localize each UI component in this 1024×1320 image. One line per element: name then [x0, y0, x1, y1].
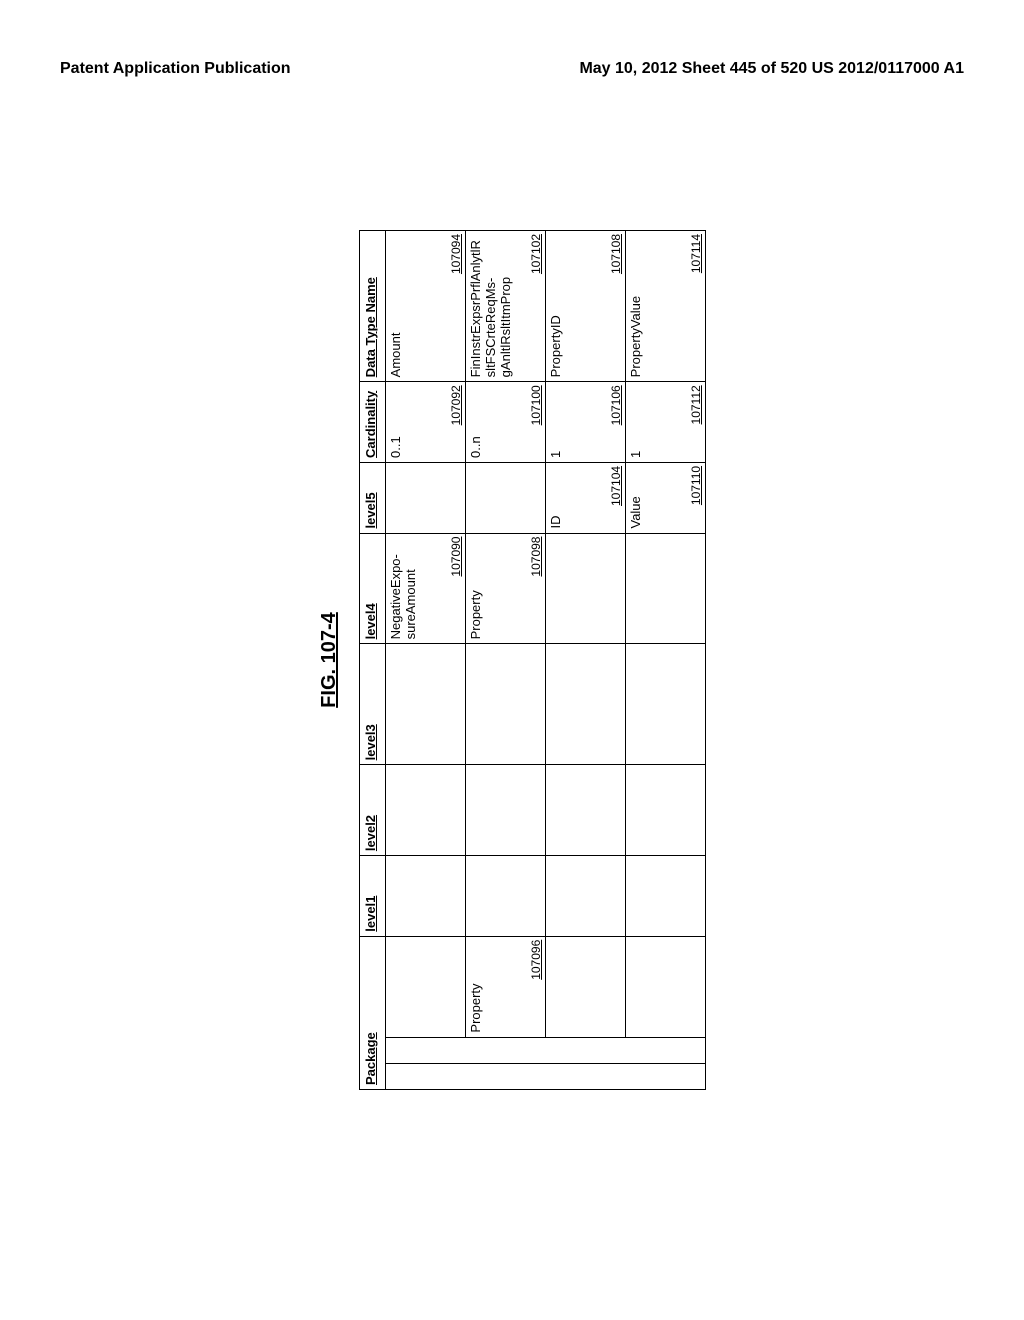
cell-text: PropertyID	[549, 235, 564, 377]
cell-text: Property	[469, 941, 484, 1033]
col-level5: level5	[360, 462, 386, 533]
cell-level5: ID 107104	[546, 462, 626, 533]
ref-number: 107114	[689, 234, 703, 273]
ref-number: 107112	[689, 385, 703, 424]
cell-level1	[466, 856, 546, 937]
cell-text: 1	[549, 386, 564, 458]
col-level3: level3	[360, 644, 386, 765]
cell-level3	[546, 644, 626, 765]
page-header: Patent Application Publication May 10, 2…	[60, 60, 964, 78]
cell-datatype: PropertyID 107108	[546, 231, 626, 382]
ref-number: 107108	[609, 234, 623, 274]
table-row: Property 107096 Property 107098	[466, 231, 546, 1090]
cell-level3	[626, 644, 706, 765]
lead-cell	[386, 1063, 706, 1089]
cell-level1	[626, 856, 706, 937]
cell-text: Property	[469, 538, 484, 640]
cell-level4	[546, 533, 626, 644]
header-right: May 10, 2012 Sheet 445 of 520 US 2012/01…	[579, 60, 964, 78]
cell-datatype: Amount 107094	[386, 231, 466, 382]
ref-number: 107100	[529, 385, 543, 425]
ref-number: 107106	[609, 385, 623, 425]
cell-cardinality: 1 107106	[546, 382, 626, 463]
cell-level5	[386, 462, 466, 533]
cell-level2	[386, 765, 466, 856]
cell-text: 0..n	[469, 386, 484, 458]
cell-level5: Value 107110	[626, 462, 706, 533]
ref-number: 107098	[529, 537, 543, 577]
cell-level3	[386, 644, 466, 765]
cell-text: FinInstrExpsrPrflAnlytlRsltFSCrteReqMs-g…	[469, 235, 514, 377]
col-level1: level1	[360, 856, 386, 937]
cell-datatype: FinInstrExpsrPrflAnlytlRsltFSCrteReqMs-g…	[466, 231, 546, 382]
cell-package	[386, 936, 466, 1037]
header-left: Patent Application Publication	[60, 60, 291, 78]
lead-cell	[386, 1037, 706, 1063]
figure-title: FIG. 107-4	[318, 230, 341, 1090]
cell-text: Value	[629, 467, 644, 529]
col-package: Package	[360, 936, 386, 1089]
cell-level5	[466, 462, 546, 533]
table-header-row: Package level1 level2 level3 level4 leve…	[360, 231, 386, 1090]
ref-number: 107096	[529, 940, 543, 980]
figure-area: FIG. 107-4 Package level1 level2 level3 …	[318, 230, 706, 1090]
ref-number: 107104	[609, 466, 623, 506]
cell-cardinality: 0..1 107092	[386, 382, 466, 463]
data-table: Package level1 level2 level3 level4 leve…	[359, 230, 706, 1090]
table-row: Value 107110 1 107112 PropertyValue 1071…	[626, 231, 706, 1090]
cell-text: 0..1	[389, 386, 404, 458]
cell-level2	[466, 765, 546, 856]
col-level4: level4	[360, 533, 386, 644]
cell-level2	[626, 765, 706, 856]
cell-package	[626, 936, 706, 1037]
table-row: NegativeExpo-sureAmount 107090 0..1 1070…	[386, 231, 466, 1090]
ref-number: 107102	[529, 234, 543, 274]
cell-level4: NegativeExpo-sureAmount 107090	[386, 533, 466, 644]
ref-number: 107090	[449, 537, 463, 577]
cell-level3	[466, 644, 546, 765]
cell-datatype: PropertyValue 107114	[626, 231, 706, 382]
cell-level4	[626, 533, 706, 644]
ref-number: 107094	[449, 234, 463, 274]
cell-level1	[546, 856, 626, 937]
ref-number: 107110	[689, 466, 703, 505]
table-row: ID 107104 1 107106 PropertyID 107108	[546, 231, 626, 1090]
page: Patent Application Publication May 10, 2…	[0, 0, 1024, 1320]
cell-package	[546, 936, 626, 1037]
cell-text: ID	[549, 467, 564, 529]
cell-package: Property 107096	[466, 936, 546, 1037]
cell-text: 1	[629, 386, 644, 458]
cell-text: PropertyValue	[629, 235, 644, 377]
col-cardinality: Cardinality	[360, 382, 386, 463]
cell-cardinality: 1 107112	[626, 382, 706, 463]
cell-text: Amount	[389, 235, 404, 377]
cell-level4: Property 107098	[466, 533, 546, 644]
cell-text: NegativeExpo-sureAmount	[389, 538, 419, 640]
cell-level1	[386, 856, 466, 937]
col-datatype: Data Type Name	[360, 231, 386, 382]
cell-level2	[546, 765, 626, 856]
ref-number: 107092	[449, 385, 463, 425]
col-level2: level2	[360, 765, 386, 856]
cell-cardinality: 0..n 107100	[466, 382, 546, 463]
